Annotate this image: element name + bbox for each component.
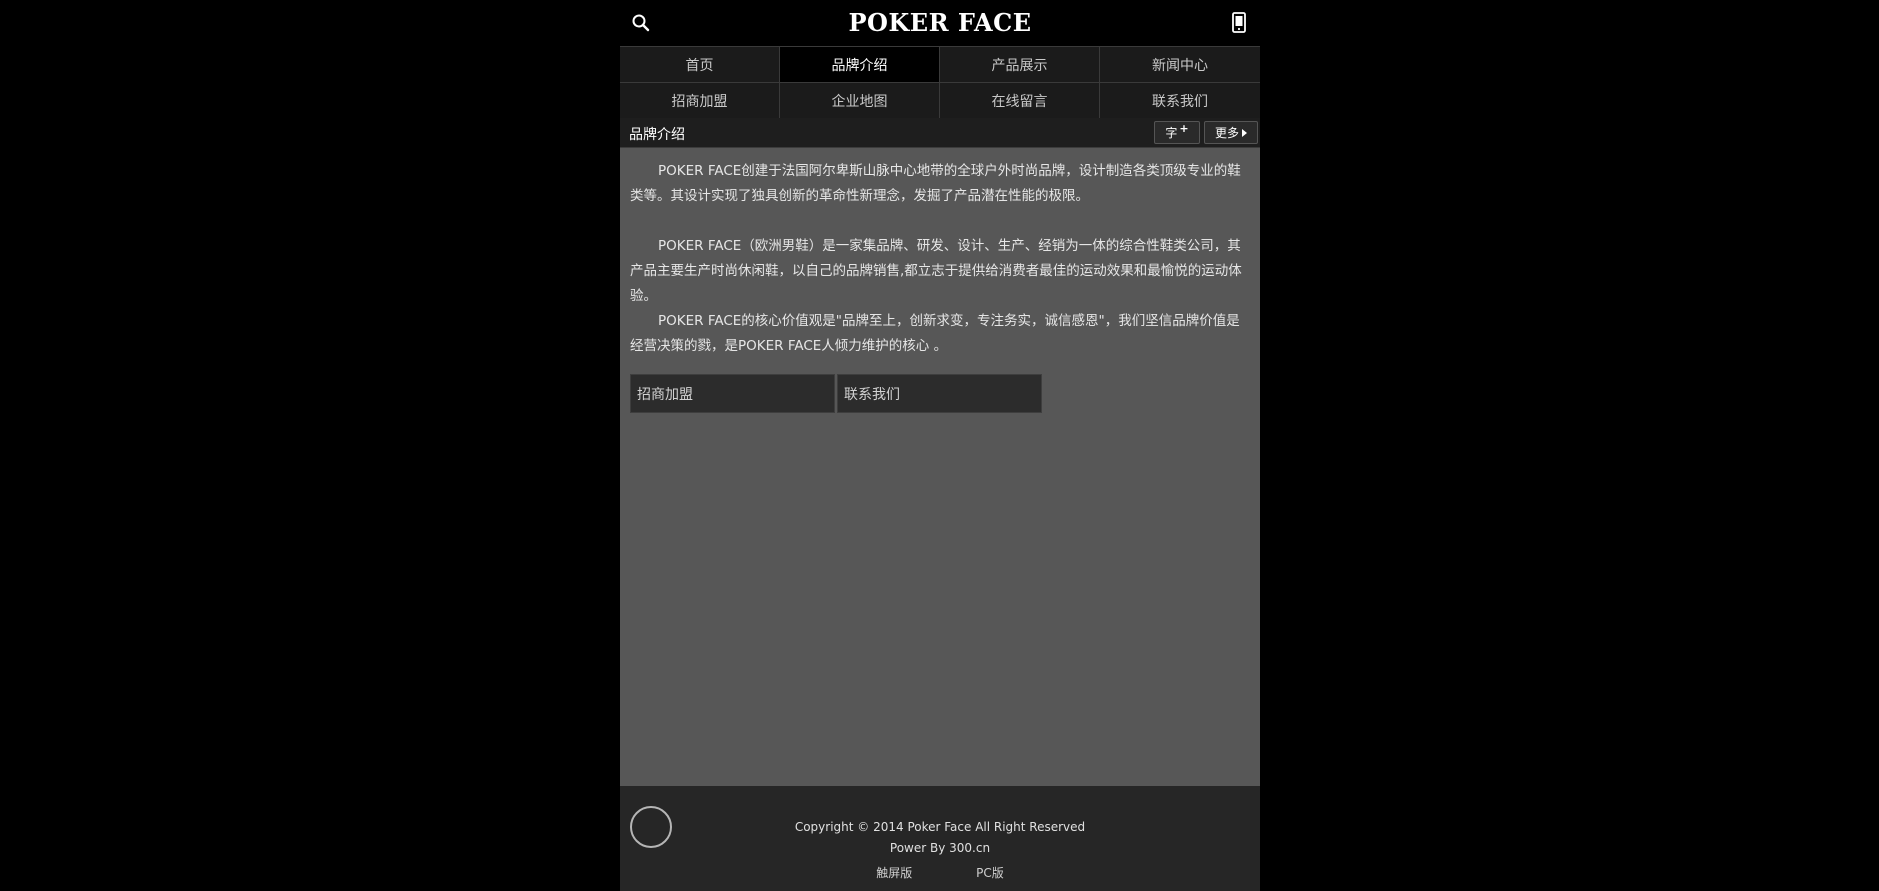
copyright-text: Copyright © 2014 Poker Face All Right Re… [794, 820, 1086, 834]
nav-item-franchise[interactable]: 招商加盟 [620, 83, 780, 119]
pc-version-link[interactable]: PC版 [976, 866, 1004, 880]
nav-item-contact[interactable]: 联系我们 [1100, 83, 1260, 119]
nav-item-products[interactable]: 产品展示 [940, 47, 1100, 83]
plus-icon: + [1179, 122, 1189, 135]
mobile-phone-icon [1232, 12, 1246, 33]
related-links: 招商加盟 联系我们 [630, 374, 1042, 413]
arrow-right-icon [1242, 128, 1247, 137]
touch-version-link[interactable]: 触屏版 [876, 866, 912, 880]
mobile-version-button[interactable] [1228, 11, 1250, 35]
power-by-text: Power By 300.cn [889, 841, 991, 855]
brand-paragraph-1: POKER FACE创建于法国阿尔卑斯山脉中心地带的全球户外时尚品牌，设计制造各… [630, 163, 1241, 204]
nav-item-map[interactable]: 企业地图 [780, 83, 940, 119]
more-label: 更多 [1214, 126, 1239, 140]
franchise-link-button[interactable]: 招商加盟 [630, 374, 835, 413]
brand-paragraph-2: POKER FACE（欧洲男鞋）是一家集品牌、研发、设计、生产、经销为一体的综合… [630, 238, 1242, 304]
content-area: POKER FACE创建于法国阿尔卑斯山脉中心地带的全球户外时尚品牌，设计制造各… [620, 148, 1260, 786]
nav-item-home[interactable]: 首页 [620, 47, 780, 83]
footer: Copyright © 2014 Poker Face All Right Re… [620, 786, 1260, 891]
header: POKER FACE [620, 0, 1260, 46]
main-nav: 首页 品牌介绍 产品展示 新闻中心 招商加盟 企业地图 在线留言 联系我们 [620, 46, 1260, 119]
brand-paragraph-3: POKER FACE的核心价值观是"品牌至上，创新求变，专注务实，诚信感恩"，我… [630, 313, 1240, 354]
nav-item-news[interactable]: 新闻中心 [1100, 47, 1260, 83]
page-container: POKER FACE 首页 品牌介绍 产品展示 新闻中心 招商加盟 企业地图 在… [620, 0, 1260, 891]
contact-link-button[interactable]: 联系我们 [837, 374, 1042, 413]
font-size-button[interactable]: 字 + [1154, 121, 1200, 144]
section-titlebar: 品牌介绍 字 + 更多 [620, 118, 1260, 148]
more-button[interactable]: 更多 [1204, 121, 1258, 144]
section-title: 品牌介绍 [629, 127, 685, 143]
font-size-label: 字 [1165, 126, 1178, 140]
site-logo[interactable]: POKER FACE [620, 8, 1260, 37]
nav-item-message[interactable]: 在线留言 [940, 83, 1100, 119]
nav-item-brand[interactable]: 品牌介绍 [780, 47, 940, 83]
version-links: 触屏版 PC版 [620, 864, 1260, 881]
